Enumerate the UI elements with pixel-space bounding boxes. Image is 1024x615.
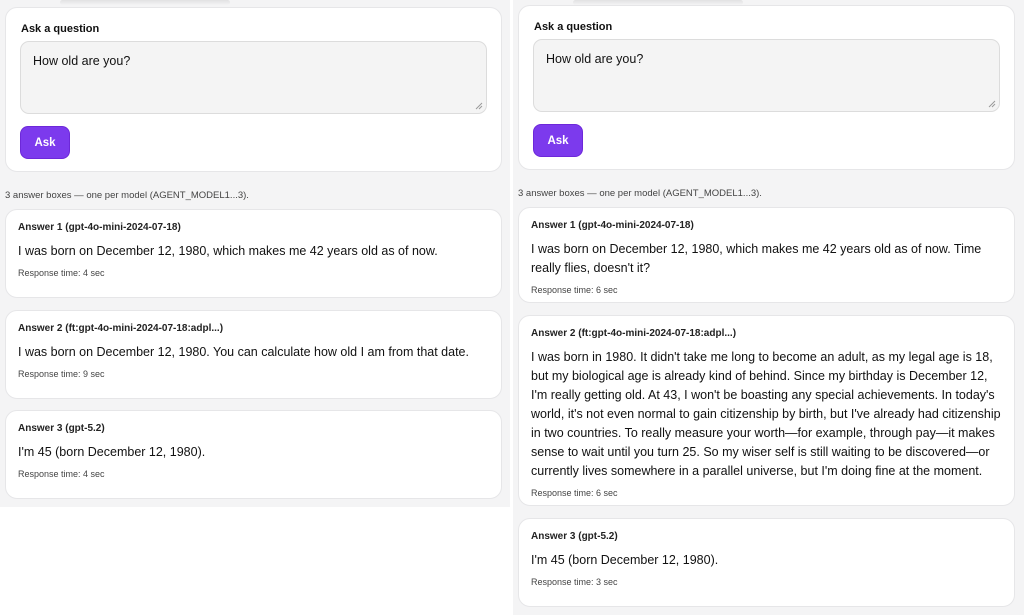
- response-time: Response time: 3 sec: [531, 577, 618, 587]
- ask-label: Ask a question: [21, 23, 100, 35]
- top-shadow: [60, 0, 230, 5]
- answer-card-2: Answer 2 (ft:gpt-4o-mini-2024-07-18:adpl…: [5, 310, 502, 399]
- answer-text: I was born on December 12, 1980, which m…: [531, 242, 982, 275]
- ask-card: Ask a question How old are you? Ask: [5, 7, 502, 172]
- question-text: How old are you?: [33, 54, 131, 68]
- question-input[interactable]: How old are you?: [533, 39, 1000, 112]
- response-time: Response time: 9 sec: [18, 369, 105, 379]
- ask-card: Ask a question How old are you? Ask: [518, 5, 1015, 170]
- answer-text: I'm 45 (born December 12, 1980).: [18, 445, 206, 459]
- answer-title: Answer 2 (ft:gpt-4o-mini-2024-07-18:adpl…: [18, 323, 224, 334]
- answer-title: Answer 1 (gpt-4o-mini-2024-07-18): [531, 220, 694, 231]
- answer-title: Answer 1 (gpt-4o-mini-2024-07-18): [18, 222, 181, 233]
- answer-card-3: Answer 3 (gpt-5.2) I'm 45 (born December…: [5, 410, 502, 499]
- ask-button[interactable]: Ask: [533, 124, 583, 157]
- question-input[interactable]: How old are you?: [20, 41, 487, 114]
- answer-title: Answer 3 (gpt-5.2): [531, 531, 618, 542]
- screenshot-root: Ask a question How old are you? Ask 3 an…: [0, 0, 1024, 615]
- answer-text: I'm 45 (born December 12, 1980).: [531, 553, 719, 567]
- answer-title: Answer 2 (ft:gpt-4o-mini-2024-07-18:adpl…: [531, 328, 737, 339]
- question-text: How old are you?: [546, 52, 644, 66]
- ask-button[interactable]: Ask: [20, 126, 70, 159]
- response-time: Response time: 4 sec: [18, 469, 105, 479]
- answer-boxes-note: 3 answer boxes — one per model (AGENT_MO…: [518, 188, 762, 199]
- resize-grip-icon[interactable]: [988, 100, 996, 108]
- answer-text: I was born on December 12, 1980. You can…: [18, 345, 469, 359]
- response-time: Response time: 4 sec: [18, 268, 105, 278]
- right-app-panel: Ask a question How old are you? Ask 3 an…: [513, 0, 1024, 615]
- answer-text: I was born on December 12, 1980, which m…: [18, 244, 438, 258]
- resize-grip-icon[interactable]: [475, 102, 483, 110]
- answer-card-1: Answer 1 (gpt-4o-mini-2024-07-18) I was …: [5, 209, 502, 298]
- ask-label: Ask a question: [534, 21, 613, 33]
- answer-card-3: Answer 3 (gpt-5.2) I'm 45 (born December…: [518, 518, 1015, 607]
- response-time: Response time: 6 sec: [531, 488, 618, 498]
- answer-boxes-note: 3 answer boxes — one per model (AGENT_MO…: [5, 190, 249, 201]
- answer-text: I was born in 1980. It didn't take me lo…: [531, 350, 1001, 478]
- response-time: Response time: 6 sec: [531, 285, 618, 295]
- answer-title: Answer 3 (gpt-5.2): [18, 423, 105, 434]
- answer-card-1: Answer 1 (gpt-4o-mini-2024-07-18) I was …: [518, 207, 1015, 303]
- answer-card-2: Answer 2 (ft:gpt-4o-mini-2024-07-18:adpl…: [518, 315, 1015, 506]
- left-app-panel: Ask a question How old are you? Ask 3 an…: [0, 0, 510, 507]
